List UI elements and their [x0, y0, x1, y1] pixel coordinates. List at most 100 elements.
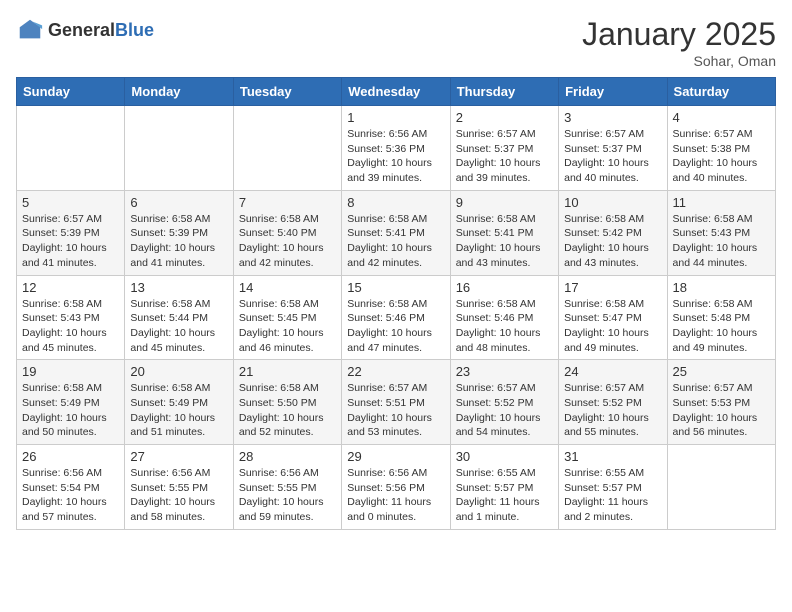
calendar-week-row: 12 Sunrise: 6:58 AM Sunset: 5:43 PM Dayli… [17, 275, 776, 360]
calendar-cell [17, 106, 125, 191]
day-detail: Sunrise: 6:56 AM Sunset: 5:55 PM Dayligh… [130, 466, 227, 525]
day-of-week-header: Sunday [17, 78, 125, 106]
calendar-cell: 22 Sunrise: 6:57 AM Sunset: 5:51 PM Dayli… [342, 360, 450, 445]
day-number: 29 [347, 449, 444, 464]
day-number: 28 [239, 449, 336, 464]
day-number: 14 [239, 280, 336, 295]
day-number: 21 [239, 364, 336, 379]
day-detail: Sunrise: 6:57 AM Sunset: 5:39 PM Dayligh… [22, 212, 119, 271]
day-number: 7 [239, 195, 336, 210]
calendar-cell: 25 Sunrise: 6:57 AM Sunset: 5:53 PM Dayli… [667, 360, 775, 445]
day-number: 25 [673, 364, 770, 379]
day-detail: Sunrise: 6:56 AM Sunset: 5:36 PM Dayligh… [347, 127, 444, 186]
day-number: 26 [22, 449, 119, 464]
page-header: GeneralBlue January 2025 Sohar, Oman [16, 16, 776, 69]
calendar-cell: 13 Sunrise: 6:58 AM Sunset: 5:44 PM Dayli… [125, 275, 233, 360]
day-number: 13 [130, 280, 227, 295]
day-detail: Sunrise: 6:58 AM Sunset: 5:45 PM Dayligh… [239, 297, 336, 356]
calendar-cell: 5 Sunrise: 6:57 AM Sunset: 5:39 PM Daylig… [17, 190, 125, 275]
day-detail: Sunrise: 6:58 AM Sunset: 5:41 PM Dayligh… [456, 212, 553, 271]
day-number: 31 [564, 449, 661, 464]
day-detail: Sunrise: 6:57 AM Sunset: 5:51 PM Dayligh… [347, 381, 444, 440]
day-detail: Sunrise: 6:57 AM Sunset: 5:37 PM Dayligh… [456, 127, 553, 186]
calendar-cell: 15 Sunrise: 6:58 AM Sunset: 5:46 PM Dayli… [342, 275, 450, 360]
day-number: 2 [456, 110, 553, 125]
calendar-header-row: SundayMondayTuesdayWednesdayThursdayFrid… [17, 78, 776, 106]
day-number: 3 [564, 110, 661, 125]
day-detail: Sunrise: 6:57 AM Sunset: 5:37 PM Dayligh… [564, 127, 661, 186]
logo-icon [16, 16, 44, 44]
day-detail: Sunrise: 6:58 AM Sunset: 5:43 PM Dayligh… [22, 297, 119, 356]
day-of-week-header: Tuesday [233, 78, 341, 106]
calendar-week-row: 1 Sunrise: 6:56 AM Sunset: 5:36 PM Daylig… [17, 106, 776, 191]
calendar-cell [125, 106, 233, 191]
day-detail: Sunrise: 6:58 AM Sunset: 5:49 PM Dayligh… [130, 381, 227, 440]
calendar-cell: 9Sunrise: 6:58 AM Sunset: 5:41 PM Daylig… [450, 190, 558, 275]
day-number: 20 [130, 364, 227, 379]
calendar-cell: 26Sunrise: 6:56 AM Sunset: 5:54 PM Dayli… [17, 445, 125, 530]
day-number: 8 [347, 195, 444, 210]
calendar-cell: 7 Sunrise: 6:58 AM Sunset: 5:40 PM Daylig… [233, 190, 341, 275]
calendar-cell [233, 106, 341, 191]
calendar-cell: 30Sunrise: 6:55 AM Sunset: 5:57 PM Dayli… [450, 445, 558, 530]
day-number: 16 [456, 280, 553, 295]
day-detail: Sunrise: 6:58 AM Sunset: 5:39 PM Dayligh… [130, 212, 227, 271]
calendar-cell: 8 Sunrise: 6:58 AM Sunset: 5:41 PM Daylig… [342, 190, 450, 275]
calendar-cell: 6 Sunrise: 6:58 AM Sunset: 5:39 PM Daylig… [125, 190, 233, 275]
calendar-cell: 17 Sunrise: 6:58 AM Sunset: 5:47 PM Dayli… [559, 275, 667, 360]
day-number: 27 [130, 449, 227, 464]
day-number: 6 [130, 195, 227, 210]
day-detail: Sunrise: 6:58 AM Sunset: 5:43 PM Dayligh… [673, 212, 770, 271]
calendar-cell: 18Sunrise: 6:58 AM Sunset: 5:48 PM Dayli… [667, 275, 775, 360]
calendar-cell: 23Sunrise: 6:57 AM Sunset: 5:52 PM Dayli… [450, 360, 558, 445]
day-number: 4 [673, 110, 770, 125]
calendar-cell: 19 Sunrise: 6:58 AM Sunset: 5:49 PM Dayli… [17, 360, 125, 445]
day-number: 19 [22, 364, 119, 379]
logo-general: General [48, 21, 115, 39]
day-number: 18 [673, 280, 770, 295]
title-block: January 2025 Sohar, Oman [582, 16, 776, 69]
calendar-cell: 28 Sunrise: 6:56 AM Sunset: 5:55 PM Dayli… [233, 445, 341, 530]
day-number: 1 [347, 110, 444, 125]
calendar-cell: 20 Sunrise: 6:58 AM Sunset: 5:49 PM Dayli… [125, 360, 233, 445]
day-number: 24 [564, 364, 661, 379]
day-number: 12 [22, 280, 119, 295]
day-number: 5 [22, 195, 119, 210]
calendar-cell: 11Sunrise: 6:58 AM Sunset: 5:43 PM Dayli… [667, 190, 775, 275]
calendar-cell [667, 445, 775, 530]
calendar-cell: 24 Sunrise: 6:57 AM Sunset: 5:52 PM Dayli… [559, 360, 667, 445]
calendar-week-row: 26Sunrise: 6:56 AM Sunset: 5:54 PM Dayli… [17, 445, 776, 530]
day-number: 17 [564, 280, 661, 295]
day-detail: Sunrise: 6:58 AM Sunset: 5:47 PM Dayligh… [564, 297, 661, 356]
calendar-cell: 3 Sunrise: 6:57 AM Sunset: 5:37 PM Daylig… [559, 106, 667, 191]
month-title: January 2025 [582, 16, 776, 53]
calendar-cell: 1 Sunrise: 6:56 AM Sunset: 5:36 PM Daylig… [342, 106, 450, 191]
calendar-cell: 14 Sunrise: 6:58 AM Sunset: 5:45 PM Dayli… [233, 275, 341, 360]
day-of-week-header: Monday [125, 78, 233, 106]
day-detail: Sunrise: 6:58 AM Sunset: 5:50 PM Dayligh… [239, 381, 336, 440]
day-of-week-header: Wednesday [342, 78, 450, 106]
calendar-cell: 21 Sunrise: 6:58 AM Sunset: 5:50 PM Dayli… [233, 360, 341, 445]
calendar-cell: 10 Sunrise: 6:58 AM Sunset: 5:42 PM Dayli… [559, 190, 667, 275]
day-detail: Sunrise: 6:56 AM Sunset: 5:56 PM Dayligh… [347, 466, 444, 525]
day-detail: Sunrise: 6:58 AM Sunset: 5:49 PM Dayligh… [22, 381, 119, 440]
day-detail: Sunrise: 6:58 AM Sunset: 5:42 PM Dayligh… [564, 212, 661, 271]
day-detail: Sunrise: 6:58 AM Sunset: 5:40 PM Dayligh… [239, 212, 336, 271]
day-of-week-header: Thursday [450, 78, 558, 106]
logo: GeneralBlue [16, 16, 154, 44]
day-detail: Sunrise: 6:58 AM Sunset: 5:41 PM Dayligh… [347, 212, 444, 271]
calendar-cell: 4Sunrise: 6:57 AM Sunset: 5:38 PM Daylig… [667, 106, 775, 191]
day-number: 15 [347, 280, 444, 295]
day-detail: Sunrise: 6:58 AM Sunset: 5:44 PM Dayligh… [130, 297, 227, 356]
logo-text: GeneralBlue [48, 21, 154, 39]
location-title: Sohar, Oman [582, 53, 776, 69]
day-detail: Sunrise: 6:56 AM Sunset: 5:55 PM Dayligh… [239, 466, 336, 525]
day-detail: Sunrise: 6:57 AM Sunset: 5:52 PM Dayligh… [564, 381, 661, 440]
day-number: 22 [347, 364, 444, 379]
day-number: 10 [564, 195, 661, 210]
day-of-week-header: Friday [559, 78, 667, 106]
day-detail: Sunrise: 6:57 AM Sunset: 5:52 PM Dayligh… [456, 381, 553, 440]
day-detail: Sunrise: 6:57 AM Sunset: 5:53 PM Dayligh… [673, 381, 770, 440]
day-detail: Sunrise: 6:58 AM Sunset: 5:46 PM Dayligh… [347, 297, 444, 356]
calendar-cell: 29 Sunrise: 6:56 AM Sunset: 5:56 PM Dayli… [342, 445, 450, 530]
